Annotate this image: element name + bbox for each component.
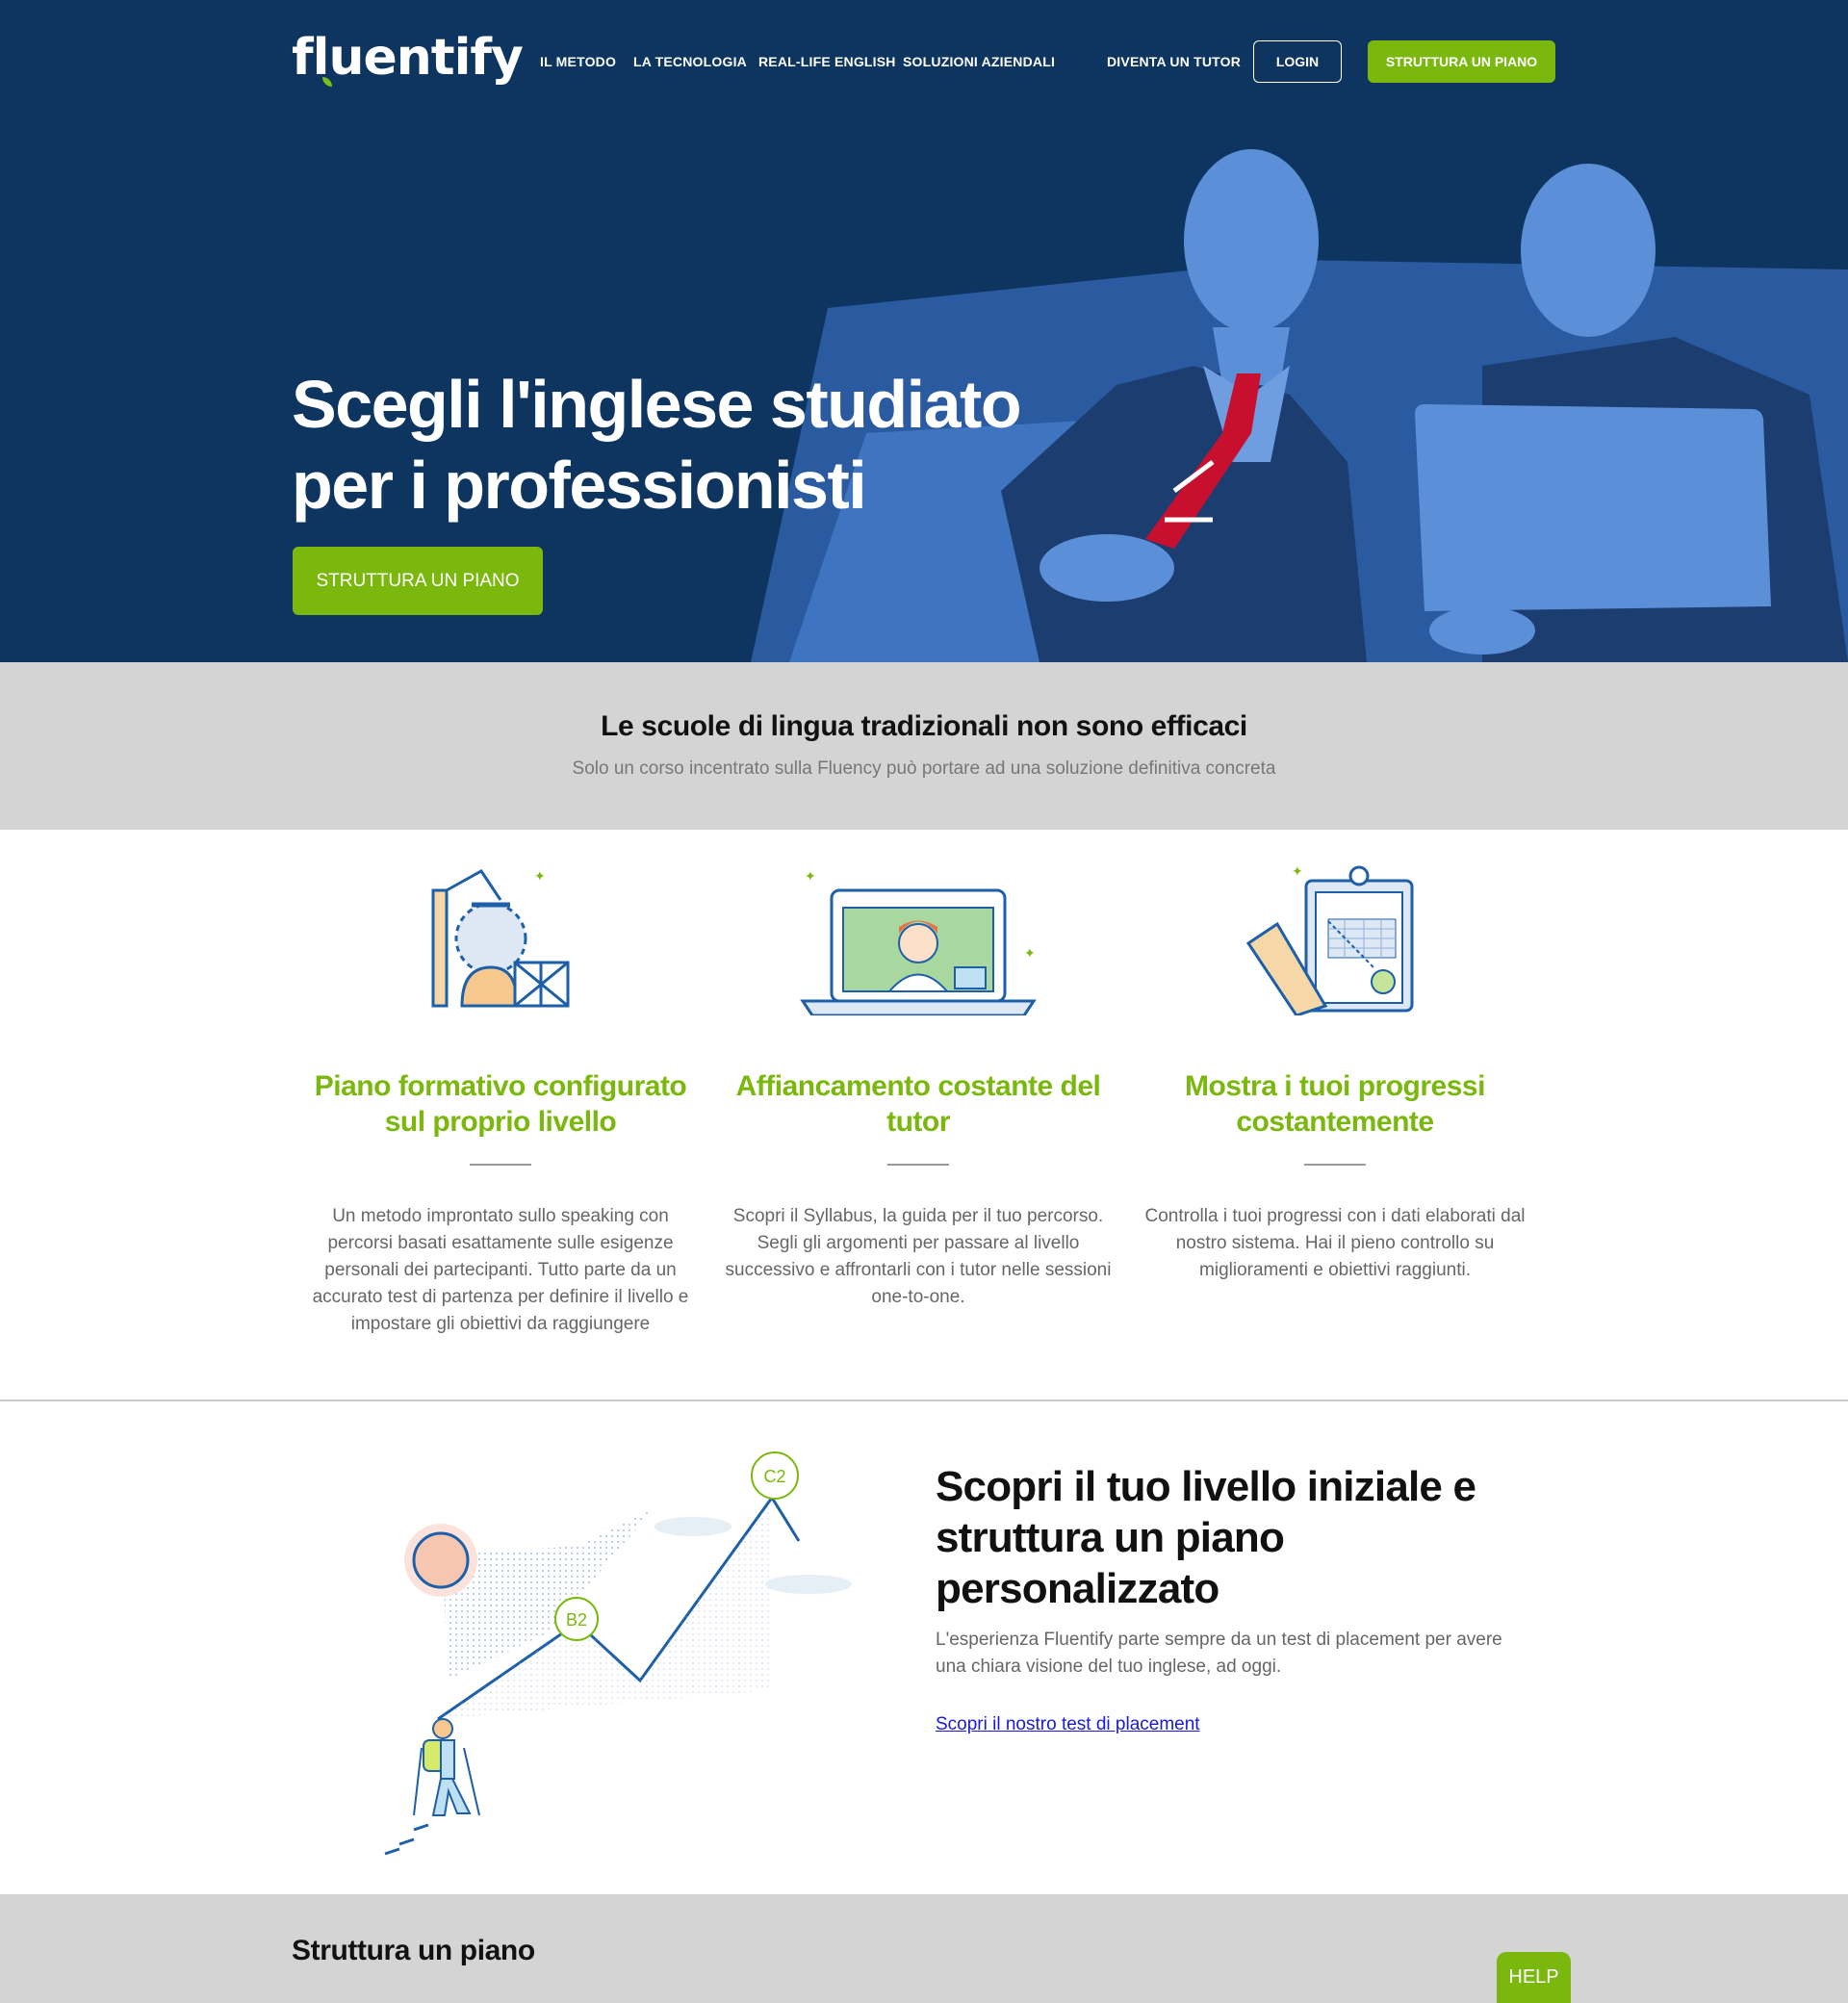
feature-title-line2: sul proprio livello bbox=[384, 1106, 617, 1138]
feature-title-line2: costantemente bbox=[1236, 1106, 1434, 1138]
placement-text: L'esperienza Fluentify parte sempre da u… bbox=[936, 1630, 1502, 1677]
nav-struttura-piano-button[interactable]: STRUTTURA UN PIANO bbox=[1368, 40, 1555, 83]
fluentify-logo[interactable]: fluentify bbox=[292, 21, 524, 90]
nav-link-diventa-un-tutor[interactable]: DIVENTA UN TUTOR bbox=[1107, 54, 1241, 69]
nav-link-soluzioni-aziendali[interactable]: SOLUZIONI AZIENDALI bbox=[903, 54, 1055, 69]
svg-text:✦: ✦ bbox=[1292, 863, 1303, 879]
intro-title: Le scuole di lingua tradizionali non son… bbox=[601, 710, 1247, 742]
feature-title-line1: Affiancamento costante del bbox=[735, 1070, 1101, 1102]
feature-text: Un metodo improntato sullo speaking con … bbox=[312, 1206, 689, 1334]
placement-title: Scopri il tuo livello iniziale e struttu… bbox=[936, 1463, 1476, 1612]
hero-section: fluentify IL METODO LA TECNOLOGIA REAL-L… bbox=[0, 0, 1848, 662]
intro-subtitle: Solo un corso incentrato sulla Fluency p… bbox=[572, 758, 1276, 779]
help-button[interactable]: HELP bbox=[1497, 1952, 1571, 2003]
login-button[interactable]: LOGIN bbox=[1253, 40, 1342, 83]
svg-text:✦: ✦ bbox=[534, 868, 546, 884]
svg-text:✦: ✦ bbox=[805, 868, 816, 884]
plan-title: Struttura un piano bbox=[292, 1935, 535, 1966]
hero-title-line2: per i professionisti bbox=[292, 448, 867, 523]
feature-divider bbox=[470, 1164, 531, 1166]
feature-title-line1: Mostra i tuoi progressi bbox=[1185, 1070, 1485, 1102]
features-section: ✦ Piano formativo configurato sul propri… bbox=[0, 830, 1848, 1400]
feature-text: Controlla i tuoi progressi con i dati el… bbox=[1144, 1206, 1526, 1280]
top-navigation: fluentify IL METODO LA TECNOLOGIA REAL-L… bbox=[0, 0, 1848, 125]
plan-section: Struttura un piano bbox=[0, 1894, 1848, 2003]
feature-title: Mostra i tuoi progressi costantemente bbox=[1133, 1068, 1537, 1140]
hero-title-line1: Scegli l'inglese studiato bbox=[292, 367, 1022, 442]
building-icon: ✦ bbox=[431, 868, 570, 1008]
badge-c2: C2 bbox=[763, 1467, 785, 1486]
svg-text:✦: ✦ bbox=[1024, 945, 1036, 961]
nav-link-real-life-english[interactable]: REAL-LIFE ENGLISH bbox=[758, 54, 896, 69]
laptop-video-call-icon: ✦ ✦ bbox=[800, 868, 1037, 1015]
intro-band: Le scuole di lingua tradizionali non son… bbox=[0, 662, 1848, 830]
feature-title-line2: tutor bbox=[886, 1106, 950, 1138]
feature-title: Affiancamento costante del tutor bbox=[716, 1068, 1120, 1140]
nav-link-la-tecnologia[interactable]: LA TECNOLOGIA bbox=[633, 54, 747, 69]
feature-divider bbox=[887, 1164, 949, 1166]
clipboard-chart-icon: ✦ bbox=[1245, 863, 1414, 1015]
feature-title: Piano formativo configurato sul proprio … bbox=[298, 1068, 703, 1140]
hero-struttura-piano-button[interactable]: STRUTTURA UN PIANO bbox=[293, 547, 543, 615]
feature-divider bbox=[1304, 1164, 1366, 1166]
placement-section: B2 C2 Scopri il tuo livello iniziale e s… bbox=[0, 1401, 1848, 1894]
feature-text: Scopri il Syllabus, la guida per il tuo … bbox=[725, 1206, 1112, 1307]
nav-link-il-metodo[interactable]: IL METODO bbox=[540, 54, 616, 69]
feature-title-line1: Piano formativo configurato bbox=[314, 1070, 687, 1102]
placement-test-link[interactable]: Scopri il nostro test di placement bbox=[936, 1714, 1200, 1735]
hero-title: Scegli l'inglese studiato per i professi… bbox=[292, 364, 1062, 526]
badge-b2: B2 bbox=[566, 1610, 587, 1630]
mountain-climb-illustration: B2 C2 bbox=[384, 1451, 852, 1856]
